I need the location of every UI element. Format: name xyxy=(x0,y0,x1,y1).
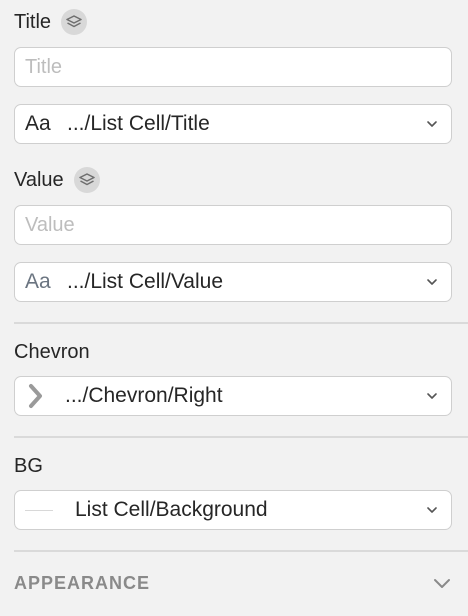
bg-label-row: BG xyxy=(14,452,452,480)
expand-chevron-icon[interactable] xyxy=(432,576,452,590)
section-divider xyxy=(14,322,468,324)
value-text-style-value: .../List Cell/Value xyxy=(67,270,224,293)
layers-icon-glyph xyxy=(78,173,95,186)
value-override-section: Value xyxy=(14,166,452,194)
value-text-style-select[interactable]: Aa .../List Cell/Value xyxy=(14,262,452,302)
section-divider xyxy=(14,436,468,438)
bg-symbol-select[interactable]: List Cell/Background xyxy=(14,490,452,530)
bg-label: BG xyxy=(14,455,43,477)
chevron-override-section: Chevron xyxy=(14,338,452,366)
layers-icon[interactable] xyxy=(61,9,88,35)
chevron-label-row: Chevron xyxy=(14,338,452,366)
chevron-symbol-select[interactable]: .../Chevron/Right xyxy=(14,376,452,416)
bg-override-section: BG xyxy=(14,452,452,480)
title-label: Title xyxy=(14,11,52,33)
title-label-row: Title xyxy=(14,8,452,36)
section-divider xyxy=(14,550,468,552)
title-text-style-value: .../List Cell/Title xyxy=(67,112,210,135)
inspector-panel: Title Aa .../List Cell/Title Value xyxy=(0,0,468,616)
title-override-section: Title xyxy=(14,8,452,36)
background-swatch-icon xyxy=(25,509,53,511)
title-text-style-select[interactable]: Aa .../List Cell/Title xyxy=(14,104,452,144)
value-label-row: Value xyxy=(14,166,452,194)
chevron-down-icon xyxy=(427,279,437,285)
chevron-down-icon xyxy=(427,121,437,127)
chevron-symbol-value: .../Chevron/Right xyxy=(65,384,223,407)
chevron-down-icon xyxy=(427,393,437,399)
appearance-section-header[interactable]: APPEARANCE xyxy=(14,566,452,600)
text-style-icon: Aa xyxy=(25,112,51,135)
chevron-right-glyph xyxy=(29,384,42,408)
chevron-down-icon xyxy=(427,507,437,513)
chevron-label: Chevron xyxy=(14,341,90,363)
chevron-right-icon xyxy=(25,383,47,409)
title-text-input[interactable] xyxy=(14,47,452,87)
bg-symbol-value: List Cell/Background xyxy=(75,498,268,521)
text-style-icon: Aa xyxy=(25,270,51,293)
value-text-input[interactable] xyxy=(14,205,452,245)
appearance-heading: APPEARANCE xyxy=(14,572,151,593)
layers-icon-glyph xyxy=(66,15,82,28)
layers-icon[interactable] xyxy=(73,167,100,193)
value-label: Value xyxy=(14,169,64,191)
